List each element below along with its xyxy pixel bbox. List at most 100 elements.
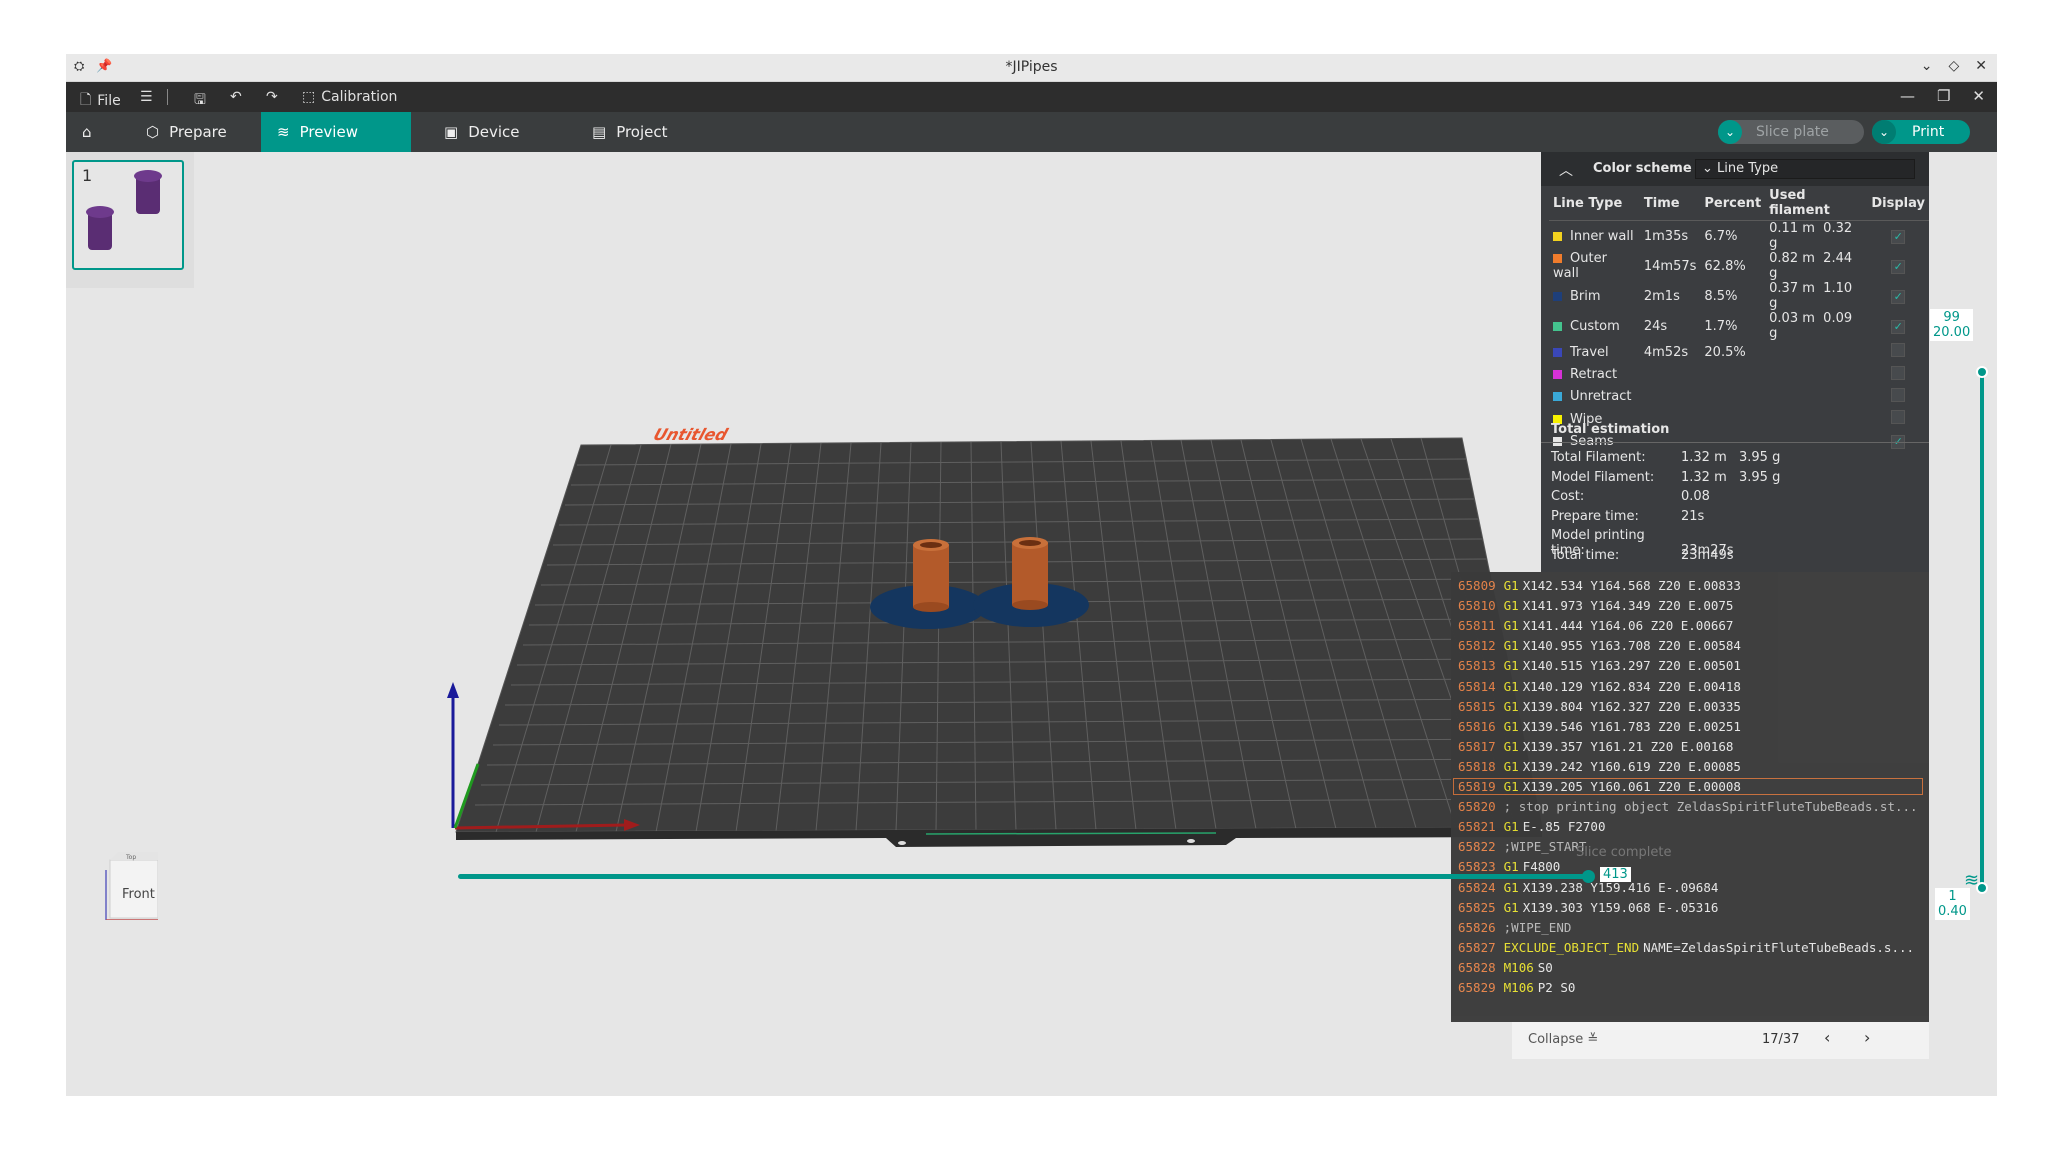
total-row: Prepare time: 21s bbox=[1551, 509, 1739, 524]
legend-row: Outer wall 14m57s 62.8% 0.82 m 2.44 g ✓ bbox=[1549, 251, 1929, 281]
total-label: Prepare time: bbox=[1551, 508, 1639, 524]
gcode-line[interactable]: 65826 ;WIPE_END bbox=[1458, 920, 1571, 935]
gcode-viewer[interactable]: 65809 G1 X142.534 Y164.568 Z20 E.00833 6581… bbox=[1451, 572, 1929, 1022]
tab-preview[interactable]: ≋ Preview bbox=[261, 112, 411, 152]
legend-row: Brim 2m1s 8.5% 0.37 m 1.10 g ✓ bbox=[1549, 281, 1929, 311]
gcode-line[interactable]: 65814 G1 X140.129 Y162.834 Z20 E.00418 bbox=[1458, 679, 1741, 694]
gcode-line[interactable]: 65815 G1 X139.804 Y162.327 Z20 E.00335 bbox=[1458, 699, 1741, 714]
tab-project[interactable]: ▤ Project bbox=[576, 112, 726, 152]
float-icon[interactable]: ◇ bbox=[1948, 58, 1959, 74]
legend-display: ✓ bbox=[1867, 221, 1929, 252]
legend-line-name: Unretract bbox=[1570, 389, 1632, 405]
save-button[interactable]: 🖫 bbox=[194, 89, 206, 113]
gcode-line[interactable]: 65812 G1 X140.955 Y163.708 Z20 E.00584 bbox=[1458, 638, 1741, 653]
legend-used-filament: 0.82 m 2.44 g bbox=[1765, 251, 1867, 281]
gcode-line[interactable]: 65818 G1 X139.242 Y160.619 Z20 E.00085 bbox=[1458, 759, 1741, 774]
gcode-line[interactable]: 65813 G1 X140.515 Y163.297 Z20 E.00501 bbox=[1458, 658, 1741, 673]
display-checkbox[interactable] bbox=[1891, 387, 1906, 402]
display-checkbox[interactable] bbox=[1891, 365, 1906, 380]
legend-swatch bbox=[1553, 347, 1562, 357]
gcode-args: X140.515 Y163.297 Z20 E.00501 bbox=[1522, 658, 1741, 674]
move-slider-handle[interactable] bbox=[1582, 870, 1595, 883]
gcode-args: X139.804 Y162.327 Z20 E.00335 bbox=[1522, 698, 1741, 714]
gcode-line[interactable]: 65809 G1 X142.534 Y164.568 Z20 E.00833 bbox=[1458, 578, 1741, 593]
gcode-line[interactable]: 65817 G1 X139.357 Y161.21 Z20 E.00168 bbox=[1458, 739, 1733, 754]
gcode-command: G1 bbox=[1503, 758, 1519, 774]
tab-prepare[interactable]: ⬡ Prepare bbox=[130, 112, 280, 152]
collapse-button[interactable]: Collapse ≚ bbox=[1528, 1032, 1598, 1047]
slice-plate-button[interactable]: ⌄ Slice plate bbox=[1718, 120, 1864, 144]
chevron-down-icon[interactable]: ⌄ bbox=[1921, 58, 1933, 74]
gcode-line[interactable]: 65810 G1 X141.973 Y164.349 Z20 E.0075 bbox=[1458, 598, 1733, 613]
prev-page-icon[interactable]: ‹ bbox=[1824, 1028, 1830, 1047]
layer-slider-top-handle[interactable] bbox=[1976, 366, 1988, 378]
display-checkbox[interactable]: ✓ bbox=[1891, 259, 1906, 274]
tab-device[interactable]: ▣ Device bbox=[428, 112, 568, 152]
gcode-line-number: 65814 bbox=[1458, 678, 1496, 694]
gcode-line[interactable]: 65816 G1 X139.546 Y161.783 Z20 E.00251 bbox=[1458, 719, 1741, 734]
display-checkbox[interactable]: ✓ bbox=[1891, 289, 1906, 304]
close-icon[interactable]: ✕ bbox=[1975, 58, 1987, 74]
display-checkbox[interactable]: ✓ bbox=[1891, 319, 1906, 334]
calibration-menu[interactable]: ⬚ Calibration bbox=[302, 89, 397, 105]
gcode-args: X141.444 Y164.06 Z20 E.00667 bbox=[1522, 618, 1734, 634]
legend-line-name: Custom bbox=[1570, 318, 1620, 334]
legend-display: ✓ bbox=[1867, 311, 1929, 341]
redo-button[interactable]: ↷ bbox=[266, 89, 278, 105]
display-checkbox[interactable] bbox=[1891, 410, 1906, 425]
total-row: Total Filament: 1.32 m 3.95 g bbox=[1551, 450, 1780, 465]
gcode-line[interactable]: 65823 G1 F4800 bbox=[1458, 859, 1560, 874]
file-menu-label: File bbox=[97, 93, 121, 109]
legend-display: ✓ bbox=[1867, 281, 1929, 311]
gcode-line[interactable]: 65822 ;WIPE_START bbox=[1458, 839, 1586, 854]
gcode-line[interactable]: 65828 M106 S0 bbox=[1458, 960, 1553, 975]
print-dropdown-icon[interactable]: ⌄ bbox=[1872, 120, 1896, 144]
layer-slider-track[interactable] bbox=[1980, 372, 1984, 888]
gcode-line[interactable]: 65819 G1 X139.205 Y160.061 Z20 E.00008 bbox=[1453, 778, 1923, 795]
gcode-line[interactable]: 65820 ; stop printing object ZeldasSpirit… bbox=[1458, 799, 1918, 814]
menu-list-button[interactable]: ☰ bbox=[140, 89, 153, 105]
tab-home[interactable]: ⌂ bbox=[66, 112, 116, 152]
project-icon: ▤ bbox=[592, 123, 607, 141]
collapse-legend-icon[interactable]: ︿ bbox=[1559, 160, 1573, 180]
view-cube[interactable]: Front Top bbox=[88, 850, 158, 920]
display-checkbox[interactable]: ✓ bbox=[1891, 229, 1906, 244]
gcode-command: G1 bbox=[1503, 819, 1519, 835]
gcode-line[interactable]: 65829 M106 P2 S0 bbox=[1458, 980, 1575, 995]
gcode-line[interactable]: 65811 G1 X141.444 Y164.06 Z20 E.00667 bbox=[1458, 618, 1733, 633]
file-menu[interactable]: 🗋 File bbox=[80, 89, 121, 113]
legend-percent: 1.7% bbox=[1704, 318, 1738, 334]
undo-button[interactable]: ↶ bbox=[230, 89, 242, 105]
window-title: *JIPipes bbox=[1005, 59, 1058, 75]
legend-percent bbox=[1700, 363, 1765, 385]
legend-row: Unretract bbox=[1549, 386, 1929, 408]
print-button[interactable]: ⌄ Print bbox=[1872, 120, 1970, 144]
minimize-icon[interactable]: — bbox=[1900, 87, 1915, 105]
move-slider-track[interactable] bbox=[458, 874, 1585, 879]
total-row: Model Filament: 1.32 m 3.95 g bbox=[1551, 470, 1780, 485]
title-bar: ⛭ 📌 *JIPipes ⌄ ◇ ✕ bbox=[66, 54, 1997, 82]
gcode-args: ;WIPE_END bbox=[1503, 919, 1572, 935]
print-label: Print bbox=[1912, 124, 1945, 140]
gcode-line[interactable]: 65821 G1 E-.85 F2700 bbox=[1458, 819, 1606, 834]
next-page-icon[interactable]: › bbox=[1864, 1028, 1870, 1047]
gcode-line-number: 65811 bbox=[1458, 618, 1496, 634]
preview-viewport[interactable]: 1 Untitled ︿ Color scheme ⌄ Line Type Li… bbox=[66, 152, 1997, 1096]
gcode-line[interactable]: 65825 G1 X139.303 Y159.068 E-.05316 bbox=[1458, 900, 1718, 915]
page-indicator: 17/37 bbox=[1762, 1032, 1800, 1047]
close-window-icon[interactable]: ✕ bbox=[1972, 87, 1985, 105]
slice-dropdown-icon[interactable]: ⌄ bbox=[1718, 120, 1742, 144]
legend-length: 0.03 m bbox=[1769, 311, 1815, 326]
color-scheme-select[interactable]: ⌄ Line Type bbox=[1695, 159, 1915, 179]
display-checkbox[interactable] bbox=[1891, 343, 1906, 358]
restore-icon[interactable]: ❐ bbox=[1937, 87, 1950, 105]
total-estimation-title: Total estimation bbox=[1551, 422, 1670, 437]
gcode-line[interactable]: 65827 EXCLUDE_OBJECT_END NAME=ZeldasSpirit… bbox=[1458, 940, 1914, 955]
layers-icon[interactable]: ≋ bbox=[1964, 870, 1979, 891]
legend-display bbox=[1867, 408, 1929, 430]
total-label: Cost: bbox=[1551, 489, 1585, 504]
model-tube-right bbox=[1012, 537, 1048, 610]
gcode-args: ; stop printing object ZeldasSpiritFlute… bbox=[1503, 799, 1918, 815]
cube-icon: ⬡ bbox=[146, 123, 160, 141]
gcode-line-number: 65809 bbox=[1458, 578, 1496, 593]
